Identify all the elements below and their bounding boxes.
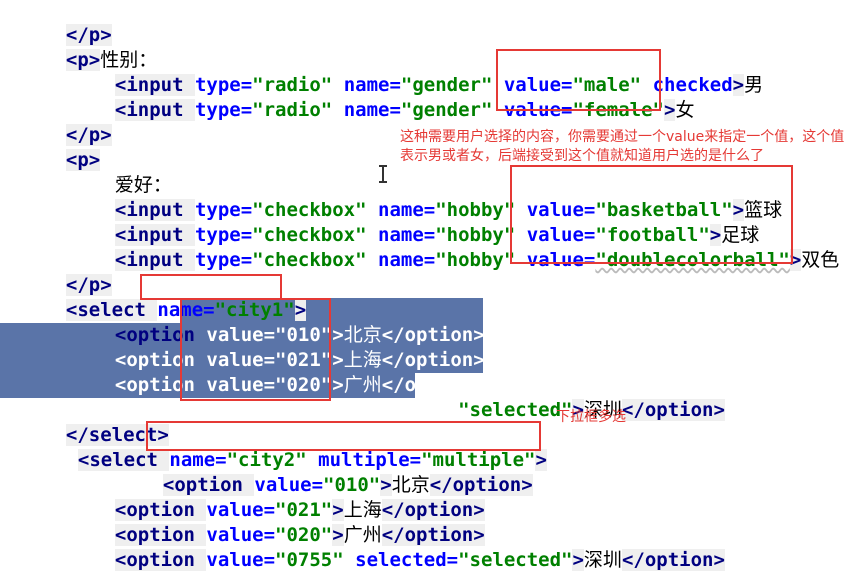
option-text: 双色 <box>801 249 840 271</box>
attr-value: "hobby" <box>435 249 527 271</box>
attr-name: value= <box>503 99 573 121</box>
attr-name: value= <box>206 399 276 421</box>
code-line[interactable]: </p> <box>43 0 112 46</box>
tag-close: > <box>789 249 802 271</box>
code-line[interactable]: <option value="010">北京</option> <box>92 298 485 346</box>
code-line[interactable]: <option value="021">上海</option> <box>92 323 485 371</box>
attr-value: "selected" <box>458 549 573 571</box>
attr-value: "doublecolorball" <box>595 249 790 271</box>
code-line[interactable]: <option value="020">广州</option> <box>92 498 485 546</box>
code-line[interactable]: </p> <box>43 98 112 146</box>
code-line[interactable]: <option value="010">北京</option> <box>140 448 533 496</box>
code-line[interactable]: <input type="checkbox" name="hobby" valu… <box>92 173 782 221</box>
code-line[interactable]: <option value="021">上海</option> <box>92 473 485 521</box>
code-line[interactable]: <option value="0755" selected="selected"… <box>92 373 725 421</box>
input-tag: <input <box>114 249 195 271</box>
tag-close: > <box>664 99 676 121</box>
code-line[interactable]: <option value="020">广州</option> <box>92 348 485 396</box>
attr-value: "radio" <box>252 99 344 121</box>
attr-name: type= <box>194 99 253 121</box>
text-cursor-icon <box>379 165 387 183</box>
code-line[interactable]: <select name="city1"> <box>43 273 307 321</box>
value-explanation-note: 这种需要用户选择的内容，你需要通过一个value来指定一个值，这个值表示男或者女… <box>400 129 845 164</box>
option-text: 深圳 <box>583 549 622 571</box>
code-line[interactable]: </p> <box>43 248 112 296</box>
attr-name: selected= <box>355 549 459 571</box>
attr-value: "gender" <box>400 99 504 121</box>
code-line[interactable]: <input type="radio" name="gender" value=… <box>92 48 763 96</box>
code-line[interactable]: 爱好： <box>92 148 172 196</box>
attr-value: "checkbox" <box>252 249 379 271</box>
multi-select-note: 下拉框多选 <box>556 409 626 425</box>
attr-value: "female" <box>572 99 664 121</box>
code-line[interactable]: <input type="checkbox" name="hobby" valu… <box>92 223 839 271</box>
code-line[interactable]: <p> <box>43 123 101 171</box>
tag-close: > <box>535 449 547 471</box>
code-line[interactable]: <option value="0755" selected="selected"… <box>92 523 725 571</box>
attr-name: selected= <box>355 399 459 421</box>
code-line[interactable]: </select> <box>43 398 169 446</box>
option-tag: <option <box>114 549 207 571</box>
input-tag: <input <box>114 99 195 121</box>
code-line[interactable]: <p>性别： <box>43 23 157 71</box>
option-close-tag: </option> <box>621 549 725 571</box>
attr-name: type= <box>194 249 253 271</box>
attr-value: "0755" <box>275 399 356 421</box>
code-line[interactable]: <select name="city2" multiple="multiple"… <box>55 423 547 471</box>
attr-name: name= <box>343 99 401 121</box>
code-line[interactable]: <input type="checkbox" name="hobby" valu… <box>92 198 759 246</box>
tag-close: > <box>572 549 584 571</box>
attr-name: name= <box>378 249 436 271</box>
attr-value: "0755" <box>275 549 356 571</box>
option-text: 女 <box>675 99 695 121</box>
option-text: 男 <box>744 74 764 96</box>
attr-name: value= <box>526 249 596 271</box>
tag-close: > <box>732 74 745 96</box>
code-line[interactable]: <input type="radio" name="gender" value=… <box>92 73 694 121</box>
attr-name: value= <box>206 549 276 571</box>
